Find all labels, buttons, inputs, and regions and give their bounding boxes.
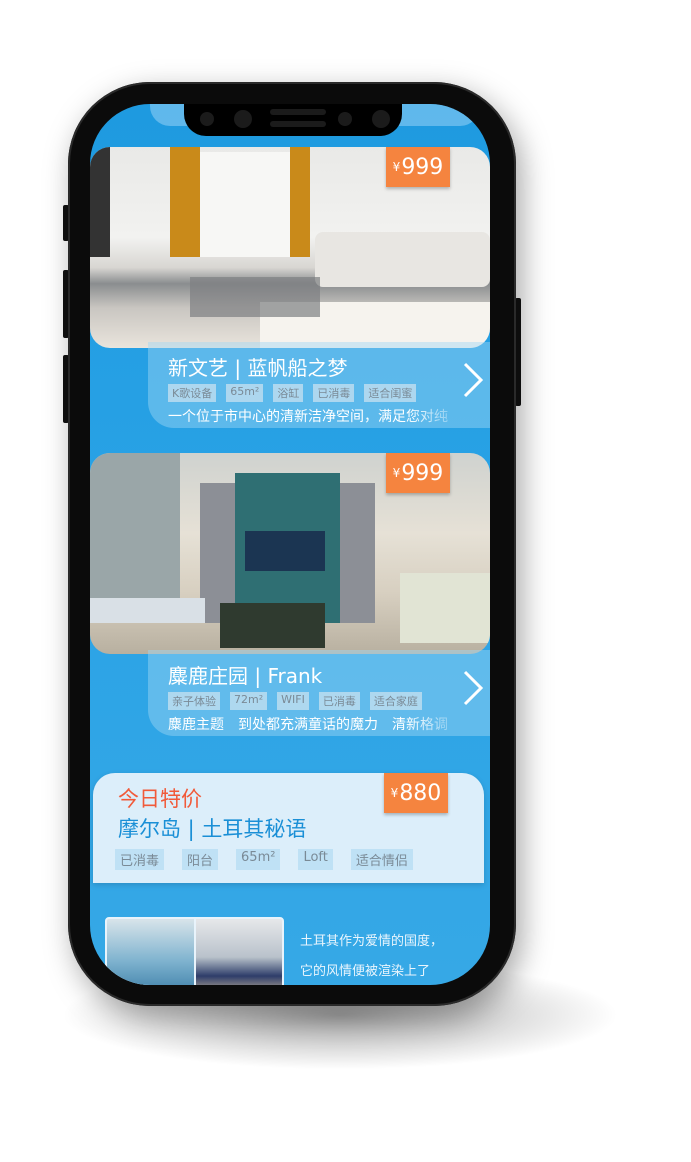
currency-symbol: ¥ [392,160,401,174]
gallery-image[interactable] [107,919,194,985]
price-value: 999 [401,460,444,486]
special-offer-text: 它的风情便被渲染上了 [300,964,431,979]
price-value: 999 [401,154,444,180]
price-tag: ¥999 [386,147,450,187]
listing-info-panel[interactable]: 新文艺 | 蓝帆船之梦 K歌设备 65m² 浴缸 已消毒 适合闺蜜 一个位于市中… [148,342,490,428]
tag: 已消毒 [318,692,360,710]
phone-notch [184,104,402,136]
special-offer-title: 摩尔岛 | 土耳其秘语 [118,817,307,841]
special-offer-text: 土耳其作为爱情的国度， [300,934,444,949]
tag: 阳台 [182,849,219,870]
price-tag: ¥999 [386,453,450,493]
currency-symbol: ¥ [390,786,399,800]
tag: 65m² [226,384,264,402]
special-offer-gallery[interactable] [105,917,284,985]
chevron-right-icon[interactable] [462,670,484,706]
tag: 适合闺蜜 [364,384,417,402]
tag-list: 已消毒 阳台 65m² Loft 适合情侣 [115,849,413,870]
camera-icon [234,110,252,128]
sensor-icon [200,112,214,126]
camera-icon [372,110,390,128]
currency-symbol: ¥ [392,466,401,480]
tag-list: K歌设备 65m² 浴缸 已消毒 适合闺蜜 [168,384,417,402]
sensor-icon [338,112,352,126]
tag: 72m² [230,692,268,710]
tag: WIFI [277,692,309,710]
gallery-image[interactable] [195,919,282,985]
tag: 已消毒 [313,384,355,402]
tag: 65m² [236,849,281,870]
speaker-grille [270,109,326,115]
speaker-grille [270,121,326,127]
price-value: 880 [399,780,442,806]
tag: 浴缸 [273,384,304,402]
tag: 亲子体验 [168,692,220,710]
chevron-right-icon[interactable] [462,362,484,398]
listing-description: 一个位于市中心的清新洁净空间，满足您对纯 [168,409,448,425]
listing-info-panel[interactable]: 麋鹿庄园 | Frank 亲子体验 72m² WIFI 已消毒 适合家庭 麋鹿主… [148,650,490,736]
tag: 已消毒 [115,849,165,870]
tag: 适合家庭 [369,692,422,710]
special-offer-label: 今日特价 [118,787,202,811]
tag-list: 亲子体验 72m² WIFI 已消毒 适合家庭 [168,692,422,710]
tag: Loft [298,849,333,870]
listing-title: 新文艺 | 蓝帆船之梦 [168,356,348,380]
tag: K歌设备 [168,384,217,402]
app-screen: ¥999 新文艺 | 蓝帆船之梦 K歌设备 65m² 浴缸 已消毒 适合闺蜜 一… [90,104,490,985]
price-tag: ¥880 [384,773,448,813]
listing-description: 麋鹿主题 到处都充满童话的魔力 清新格调 [168,717,448,733]
listing-title: 麋鹿庄园 | Frank [168,664,323,688]
tag: 适合情侣 [350,849,413,870]
